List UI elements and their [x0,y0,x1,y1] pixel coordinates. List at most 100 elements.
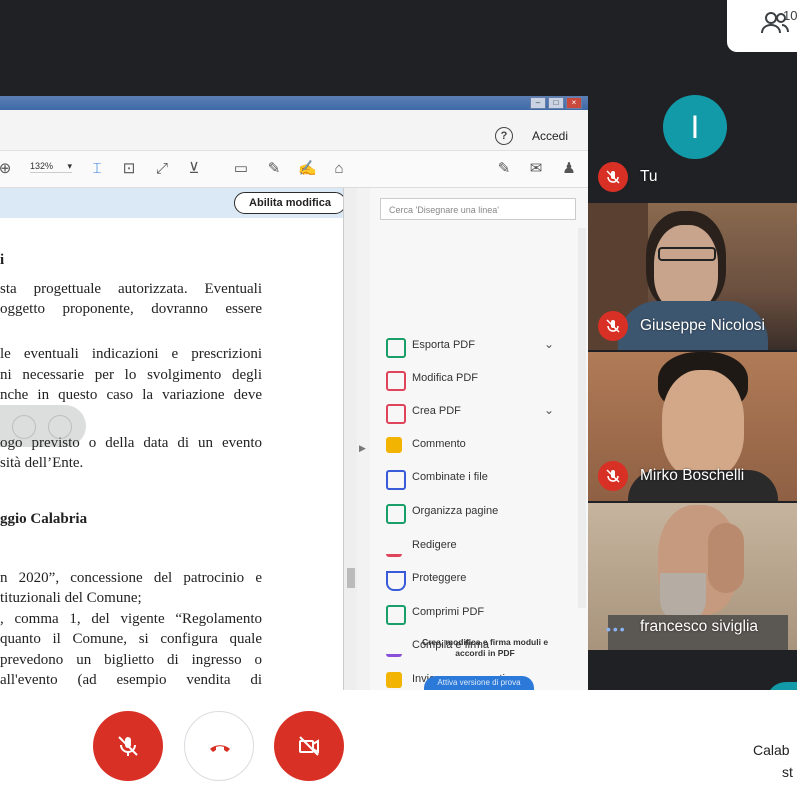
tile-participant: ••• francesco siviglia [588,503,797,650]
doc-line: quanto il Comune, si configura quale [0,631,262,647]
tool-redigere[interactable]: Redigere [384,531,574,561]
tool-comprimi-pdf[interactable]: Comprimi PDF [384,598,574,628]
tool-label: Commento [412,438,466,450]
doc-line: sta progettuale autorizzata. Eventuali [0,281,262,297]
trial-button[interactable]: Attiva versione di prova [424,676,534,690]
maximize-icon[interactable]: □ [548,97,564,109]
fill-sign-icon [386,638,402,657]
doc-line: , comma 1, del vigente “Regolamento [0,611,262,627]
tool-label: Redigere [412,539,457,551]
tool-label: Comprimi PDF [412,606,485,618]
microphone-toggle-button[interactable] [93,711,163,781]
fit-page-icon[interactable]: ⊡ [120,160,138,178]
mail-icon[interactable]: ✉ [527,160,545,178]
doc-line: ni necessarie per lo svolgimento degli [0,367,262,383]
tool-commento[interactable]: Commento [384,430,574,460]
accedi-button[interactable]: Accedi [532,129,568,143]
meeting-controls-bar: Calab st [0,690,797,797]
participant-name: francesco siviglia [640,618,759,635]
tool-label: Modifica PDF [412,372,479,384]
zoom-in-icon[interactable]: ⊕ [0,160,14,178]
edit-pdf-icon [386,371,406,391]
tools-search-input[interactable]: Cerca 'Disegnare una linea' [380,198,576,220]
doc-line: i [0,252,5,268]
pen-icon[interactable]: ✎ [265,160,283,178]
organize-pages-icon [386,504,406,524]
page-select-icon[interactable]: ⌶ [88,160,106,178]
fullscreen-icon[interactable]: ⤢ [153,160,171,178]
chevron-down-icon[interactable]: ⌄ [544,337,554,351]
minimize-circle-icon[interactable] [48,415,72,439]
help-icon[interactable]: ? [495,127,513,145]
minimize-icon[interactable]: – [530,97,546,109]
leave-call-button[interactable] [184,711,254,781]
scroll-thumb[interactable] [347,568,355,588]
doc-line: sità dell’Ente. [0,455,84,471]
participant-face [654,225,718,311]
protected-view-banner: Abilita modifica [0,188,346,218]
participant-face [662,370,744,478]
abilita-modifica-button[interactable]: Abilita modifica [234,192,346,214]
mic-off-icon [598,311,628,341]
tool-crea-pdf[interactable]: Crea PDF ⌄ [384,397,574,427]
tool-organizza-pagine[interactable]: Organizza pagine [384,497,574,527]
tag-icon[interactable]: ⌂ [330,160,348,178]
doc-line: le eventuali indicazioni e prescrizioni [0,346,262,362]
doc-line: tituzionali del Comune; [0,590,142,606]
sign-icon[interactable]: ✍ [298,160,317,178]
doc-line: ggio Calabria [0,511,88,527]
mic-off-icon [598,461,628,491]
mic-off-icon [118,736,138,756]
tool-label: Organizza pagine [412,505,499,517]
participant-name: Mirko Boschelli [640,467,745,484]
chevron-down-icon[interactable]: ⌄ [544,403,554,417]
tool-modifica-pdf[interactable]: Modifica PDF [384,364,574,394]
tools-pane-scrollbar[interactable] [578,228,586,608]
pane-toggle[interactable]: ▶ [357,188,370,690]
create-pdf-icon [386,404,406,424]
acrobat-toolbar: ⊕ 132% ▾ ⌶ ⊡ ⤢ ⊻ ▭ ✎ ✍ ⌂ ✎ ✉ ♟ [0,151,588,188]
doc-line: n 2020”, concessione del patrocinio e [0,570,262,586]
participants-count: 10 [783,8,797,23]
mic-off-icon[interactable] [12,415,36,439]
doc-line: prevedono un biglietto di ingresso o [0,652,262,668]
hang-up-icon [210,745,230,752]
tool-label: Crea PDF [412,405,461,417]
read-mode-icon[interactable]: ⊻ [185,160,203,178]
shared-screen-acrobat: – □ × ? Accedi ⊕ 132% ▾ ⌶ ⊡ ⤢ ⊻ ▭ ✎ ✍ ⌂ … [0,96,588,690]
comment-icon [386,437,402,453]
camera-toggle-button[interactable] [274,711,344,781]
tool-proteggere[interactable]: Proteggere [384,564,574,594]
tool-esporta-pdf[interactable]: Esporta PDF ⌄ [384,331,574,361]
combine-files-icon [386,470,406,490]
zoom-select[interactable]: 132% ▾ [30,161,72,173]
close-icon[interactable]: × [566,97,582,109]
attach-icon[interactable]: ✎ [495,160,513,178]
zoom-value: 132% [30,161,54,171]
speaking-indicator: ••• [606,621,627,637]
tools-pane: Cerca 'Disegnare una linea' Esporta PDF … [370,188,588,690]
tool-combinate-file[interactable]: Combinate i file [384,463,574,493]
participant-name: Giuseppe Nicolosi [640,317,765,334]
shield-icon [386,571,406,591]
send-comments-icon [386,672,402,688]
tile-participant: Mirko Boschelli [588,352,797,501]
participant-name: Tu [640,168,658,185]
promo-text: Crea, modifica e firma moduli e accordi … [421,637,549,658]
mic-off-icon [598,162,628,192]
participant-hand [708,523,744,593]
floating-controls[interactable] [0,405,86,447]
share-user-icon[interactable]: ♟ [560,160,578,178]
chevron-right-icon: ▶ [359,443,366,453]
comment-icon[interactable]: ▭ [232,160,250,178]
redact-icon [386,538,402,557]
doc-line: all'evento (ad esempio vendita di [0,672,262,688]
export-pdf-icon [386,338,406,358]
document-scrollbar[interactable] [343,188,358,690]
camera-off-icon [299,736,319,756]
meeting-info-line1: Calab [753,742,790,758]
doc-line: oggetto proponente, dovranno essere [0,301,262,317]
doc-line: nche in questo caso la variazione deve [0,387,262,403]
avatar: I [663,95,727,159]
tool-label: Combinate i file [412,471,488,483]
